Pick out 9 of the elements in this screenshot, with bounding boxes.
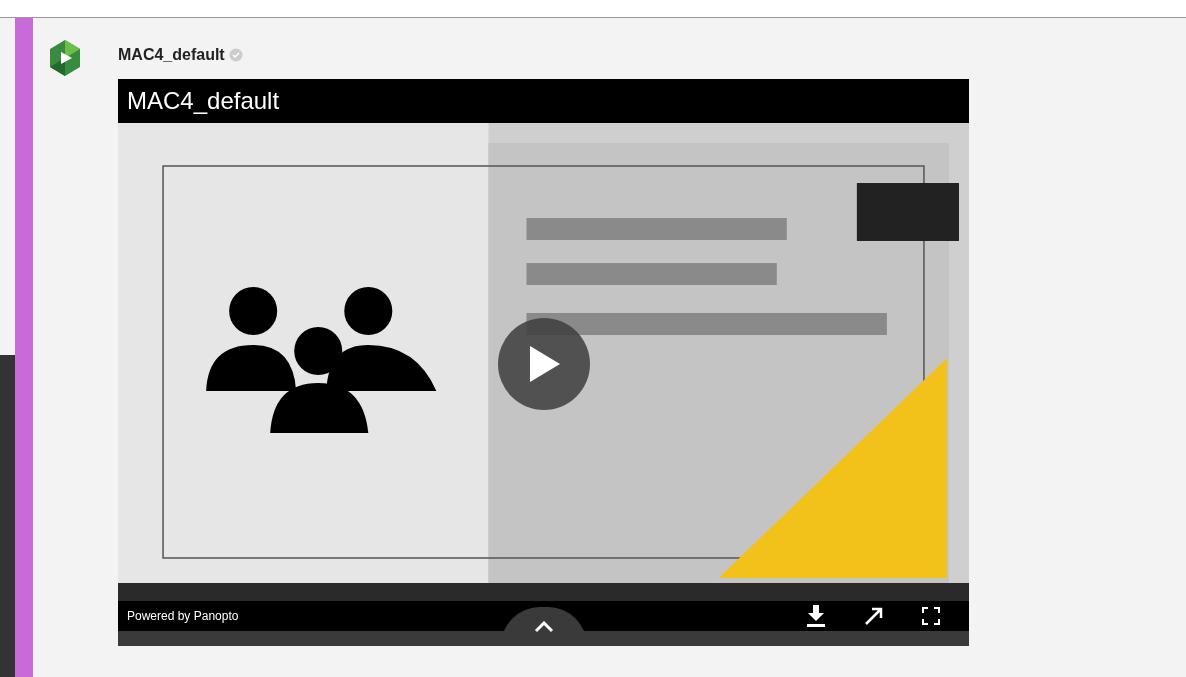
player-title: MAC4_default [127, 86, 280, 116]
logo-icon [48, 39, 82, 77]
post-title: MAC4_default [118, 45, 225, 65]
download-icon[interactable] [806, 605, 826, 627]
verified-icon [228, 48, 243, 62]
chevron-up-icon [534, 620, 554, 633]
powered-by-text: Powered by Panopto [127, 608, 239, 625]
pop-out-icon[interactable] [864, 606, 884, 626]
fullscreen-icon[interactable] [922, 607, 940, 625]
